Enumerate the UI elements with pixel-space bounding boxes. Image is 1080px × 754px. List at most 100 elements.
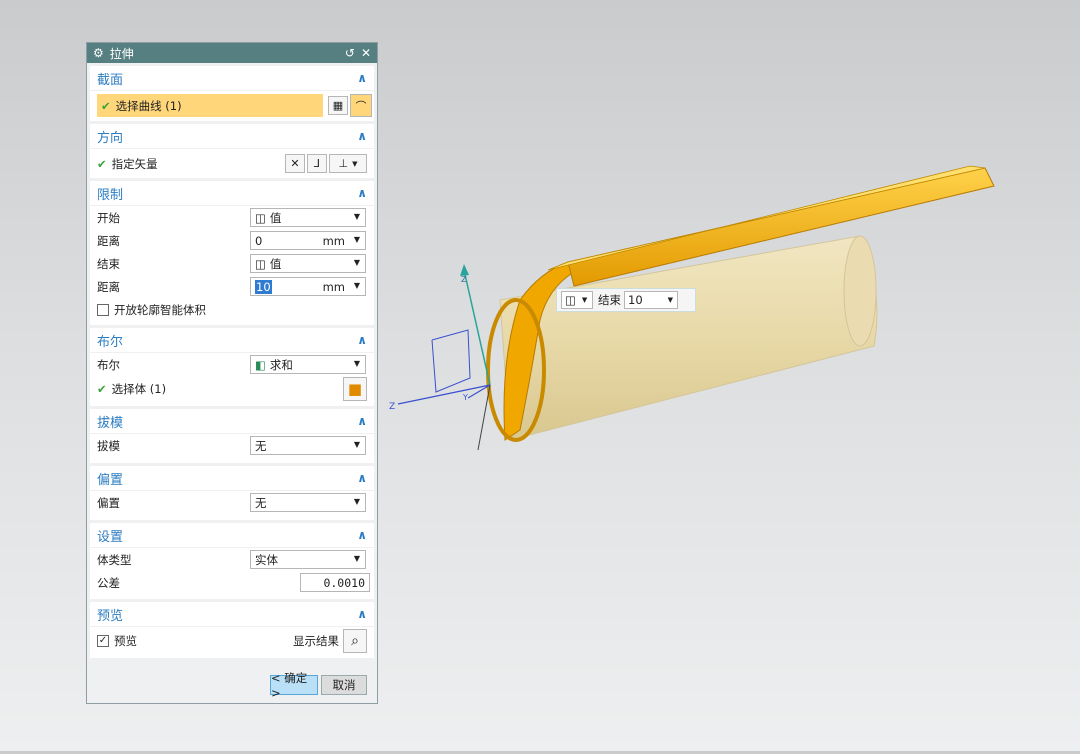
settings-group: 设置 ∧ 体类型 实体 ▼ 公差 0.0010 xyxy=(90,523,374,599)
open-profile-label: 开放轮廓智能体积 xyxy=(114,302,206,317)
collapse-icon[interactable]: ∧ xyxy=(357,333,367,347)
curve-icon[interactable]: ⌒ xyxy=(350,94,372,117)
cube-icon: ◫ xyxy=(255,256,266,271)
select-curve-field[interactable]: ✔ 选择曲线 (1) xyxy=(97,94,323,117)
unite-icon: ◧ xyxy=(255,357,266,372)
chevron-down-icon: ▼ xyxy=(667,296,673,304)
vector-dialog-icon[interactable]: ⅃ xyxy=(307,154,327,173)
check-icon: ✔ xyxy=(101,98,111,113)
chevron-down-icon: ▼ xyxy=(353,440,360,449)
chevron-down-icon: ▼ xyxy=(353,235,360,244)
tolerance-row: 公差 0.0010 xyxy=(90,571,374,594)
cube-icon: ◫ xyxy=(565,293,576,307)
sketch-section-icon[interactable]: ▦ xyxy=(328,96,348,115)
collapse-icon[interactable]: ∧ xyxy=(357,186,367,200)
collapse-icon[interactable]: ∧ xyxy=(357,71,367,85)
boolean-group: 布尔 ∧ 布尔 ◧ 求和 ▼ ✔ 选择体 (1) ■ xyxy=(90,328,374,406)
draft-select[interactable]: 无 ▼ xyxy=(250,436,366,455)
solid-body-icon[interactable]: ■ xyxy=(343,377,367,401)
settings-group-header[interactable]: 设置 ∧ xyxy=(90,523,374,548)
direction-group-header[interactable]: 方向 ∧ xyxy=(90,124,374,149)
check-icon: ✔ xyxy=(97,382,107,396)
end-type-value: 值 xyxy=(269,256,282,271)
tolerance-input[interactable]: 0.0010 xyxy=(300,573,370,592)
preview-checkbox[interactable]: ✓ xyxy=(97,635,109,647)
chevron-down-icon: ▼ xyxy=(581,296,588,304)
boolean-select[interactable]: ◧ 求和 ▼ xyxy=(250,355,366,374)
dialog-titlebar: ⚙ 拉伸 ↺ ✕ xyxy=(87,43,377,63)
z-axis-label-2: Z xyxy=(389,402,395,412)
section-group-title: 截面 xyxy=(97,72,124,88)
chevron-down-icon: ▼ xyxy=(353,258,360,267)
boolean-group-header[interactable]: 布尔 ∧ xyxy=(90,328,374,353)
collapse-icon[interactable]: ∧ xyxy=(357,129,367,143)
reset-icon[interactable]: ↺ xyxy=(345,46,355,60)
draft-group-header[interactable]: 拔模 ∧ xyxy=(90,409,374,434)
reverse-direction-icon[interactable]: ✕ xyxy=(285,154,305,173)
limits-group-title: 限制 xyxy=(97,187,124,203)
boolean-value: 求和 xyxy=(269,357,293,372)
preview-group-title: 预览 xyxy=(97,608,124,624)
select-body-row: ✔ 选择体 (1) ■ xyxy=(90,376,374,402)
end-distance-value: 10 xyxy=(255,279,272,294)
preview-group-header[interactable]: 预览 ∧ xyxy=(90,602,374,627)
cube-icon: ◫ xyxy=(255,210,266,225)
vector-type-select[interactable]: ⊥ ▼ xyxy=(329,154,367,173)
end-distance-row: 距离 10 mm ▼ xyxy=(90,275,374,298)
start-distance-input[interactable]: 0 mm ▼ xyxy=(250,231,366,250)
settings-group-title: 设置 xyxy=(97,529,124,545)
start-type-select[interactable]: ◫ 值 ▼ xyxy=(250,208,366,227)
specify-vector-label: 指定矢量 xyxy=(111,156,158,171)
collapse-icon[interactable]: ∧ xyxy=(357,471,367,485)
unit-label: mm xyxy=(322,234,345,248)
float-end-value: 10 xyxy=(628,293,643,307)
start-row: 开始 ◫ 值 ▼ xyxy=(90,206,374,229)
boolean-row: 布尔 ◧ 求和 ▼ xyxy=(90,353,374,376)
cylinder-end-face xyxy=(843,235,877,347)
check-icon: ✔ xyxy=(97,156,107,171)
preview-row: ✓ 预览 显示结果 ⌕ xyxy=(90,627,374,655)
gear-icon[interactable]: ⚙ xyxy=(93,46,104,60)
select-curve-row: ✔ 选择曲线 (1) ▦ ⌒ xyxy=(90,94,374,117)
body-type-select[interactable]: 实体 ▼ xyxy=(250,550,366,569)
close-icon[interactable]: ✕ xyxy=(361,46,371,60)
start-type-value: 值 xyxy=(269,210,282,225)
offset-select[interactable]: 无 ▼ xyxy=(250,493,366,512)
select-body-label: 选择体 (1) xyxy=(111,382,167,396)
select-curve-label: 选择曲线 (1) xyxy=(115,98,182,113)
float-value-type-select[interactable]: ◫ ▼ xyxy=(561,291,593,309)
boolean-group-title: 布尔 xyxy=(97,334,124,350)
open-profile-checkbox[interactable] xyxy=(97,303,109,316)
collapse-icon[interactable]: ∧ xyxy=(357,607,367,621)
extrude-dialog: ⚙ 拉伸 ↺ ✕ 截面 ∧ ✔ 选择曲线 (1) ▦ ⌒ 方向 ∧ ✔ 指定矢量… xyxy=(86,42,378,704)
collapse-icon[interactable]: ∧ xyxy=(357,528,367,542)
collapse-icon[interactable]: ∧ xyxy=(357,414,367,428)
start-distance-row: 距离 0 mm ▼ xyxy=(90,229,374,252)
end-type-select[interactable]: ◫ 值 ▼ xyxy=(250,254,366,273)
preview-label: 预览 xyxy=(114,634,137,648)
direction-group-title: 方向 xyxy=(97,130,124,146)
section-group-header[interactable]: 截面 ∧ xyxy=(90,66,374,91)
chevron-down-icon: ▼ xyxy=(353,554,360,563)
end-row: 结束 ◫ 值 ▼ xyxy=(90,252,374,275)
chevron-down-icon: ▼ xyxy=(353,497,360,506)
limits-group-header[interactable]: 限制 ∧ xyxy=(90,181,374,206)
show-result-label: 显示结果 xyxy=(293,634,339,648)
magnifier-icon[interactable]: ⌕ xyxy=(343,629,367,653)
offset-group-title: 偏置 xyxy=(97,472,124,488)
offset-group-header[interactable]: 偏置 ∧ xyxy=(90,466,374,491)
float-end-label: 结束 xyxy=(598,293,621,307)
unit-label: mm xyxy=(322,280,345,294)
limits-group: 限制 ∧ 开始 ◫ 值 ▼ 距离 0 mm ▼ 结束 ◫ 值 ▼ 距离 10 m… xyxy=(90,181,374,325)
float-end-toolbar: ◫ ▼ 结束 10 ▼ xyxy=(556,288,696,312)
draft-group-title: 拔模 xyxy=(97,415,124,431)
end-distance-input[interactable]: 10 mm ▼ xyxy=(250,277,366,296)
offset-row: 偏置 无 ▼ xyxy=(90,491,374,514)
z-axis-label: Z xyxy=(461,275,467,284)
preview-group: 预览 ∧ ✓ 预览 显示结果 ⌕ xyxy=(90,602,374,658)
draft-value: 无 xyxy=(255,438,267,453)
float-end-input[interactable]: 10 ▼ xyxy=(624,291,678,309)
cancel-button[interactable]: 取消 xyxy=(321,675,367,695)
ok-button[interactable]: < 确定 > xyxy=(270,671,318,700)
offset-group: 偏置 ∧ 偏置 无 ▼ xyxy=(90,466,374,520)
